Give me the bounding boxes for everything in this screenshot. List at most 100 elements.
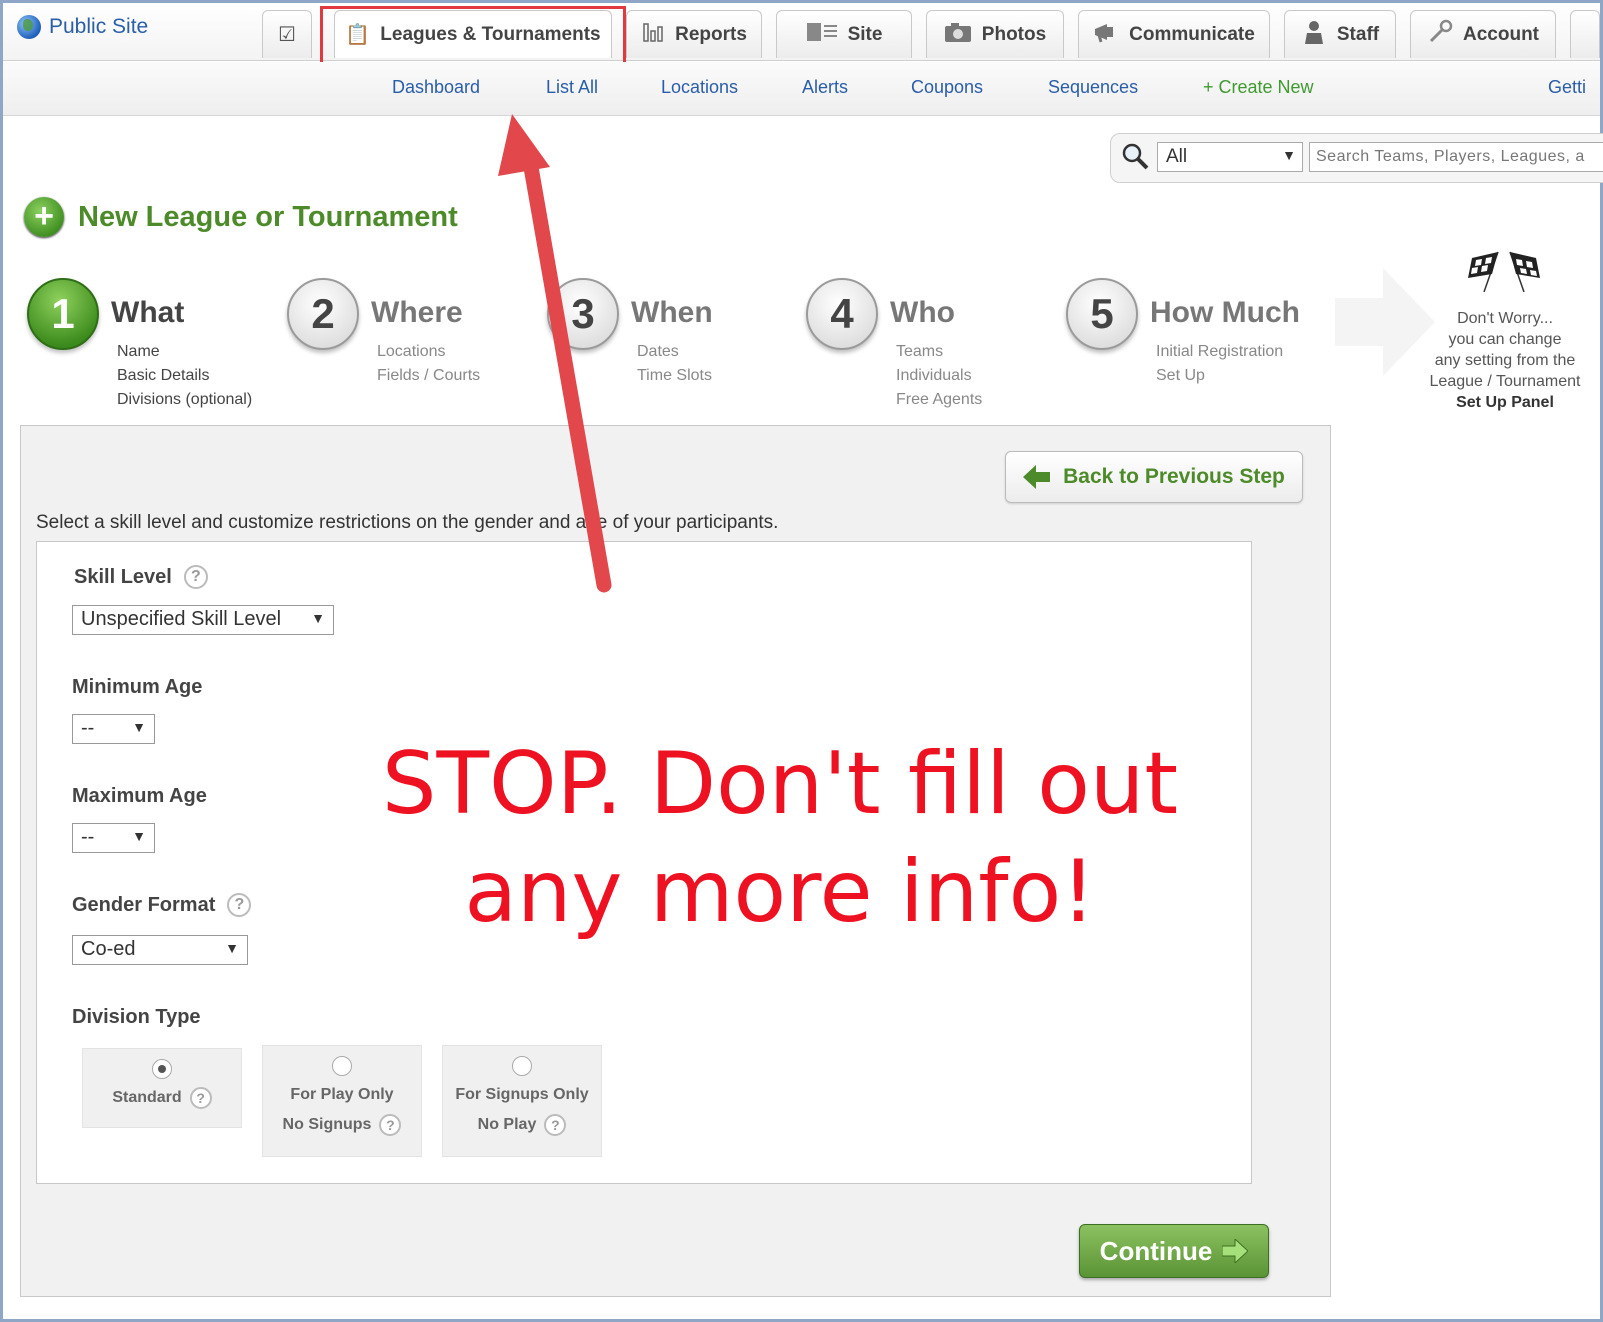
maximum-age-value: -- — [81, 826, 95, 848]
tab-account[interactable]: Account — [1410, 10, 1556, 58]
wrench-icon — [1427, 19, 1453, 51]
tab-communicate[interactable]: Communicate — [1078, 10, 1270, 58]
bar-chart-icon — [641, 20, 665, 50]
step-detail: Locations — [377, 343, 446, 360]
tab-label: Photos — [981, 23, 1047, 45]
help-icon[interactable]: ? — [189, 1087, 212, 1109]
step-detail: Teams — [896, 343, 944, 360]
division-type-label: Division Type — [72, 1006, 201, 1029]
note-line: Don't Worry... — [1457, 310, 1553, 327]
field-label: Maximum Age — [72, 785, 207, 807]
division-option-signups-only[interactable]: For Signups Only No Play ? — [442, 1045, 602, 1157]
step-detail: Divisions (optional) — [117, 391, 253, 408]
arrow-right-icon — [1222, 1239, 1249, 1263]
step-detail: Free Agents — [896, 391, 983, 408]
minimum-age-value: -- — [81, 717, 95, 739]
division-option-standard[interactable]: Standard ? — [82, 1048, 242, 1128]
tab-label: Communicate — [1129, 23, 1255, 45]
megaphone-icon — [1093, 21, 1119, 49]
globe-icon — [17, 15, 41, 39]
note-line: you can change — [1448, 331, 1562, 348]
skill-level-value: Unspecified Skill Level — [81, 608, 282, 630]
tab-overflow[interactable] — [1570, 10, 1600, 58]
step-detail: Name — [117, 343, 160, 360]
back-button-label: Back to Previous Step — [1063, 465, 1285, 488]
step-detail: Time Slots — [637, 367, 712, 384]
chevron-down-icon: ▼ — [311, 610, 325, 626]
help-icon[interactable]: ? — [183, 565, 208, 589]
option-label: For Play Only — [290, 1086, 394, 1103]
radio-button[interactable] — [332, 1056, 352, 1076]
continue-label: Continue — [1099, 1235, 1213, 1266]
continue-button[interactable]: Continue — [1079, 1224, 1269, 1278]
camera-icon — [944, 21, 972, 49]
minimum-age-select[interactable]: -- ▼ — [72, 714, 155, 744]
step-number: 3 — [547, 278, 619, 350]
tab-staff[interactable]: Staff — [1284, 10, 1396, 58]
public-site-link[interactable]: Public Site — [17, 15, 148, 39]
subnav-list-all[interactable]: List All — [546, 77, 598, 98]
sub-navigation: Dashboard List All Locations Alerts Coup… — [3, 62, 1600, 116]
tab-photos[interactable]: Photos — [926, 10, 1064, 58]
note-line: League / Tournament — [1429, 373, 1581, 390]
step-label: Who — [890, 296, 955, 329]
subnav-create-new[interactable]: + Create New — [1203, 77, 1314, 98]
skill-level-label: Skill Level ? — [74, 565, 208, 589]
subnav-coupons[interactable]: Coupons — [911, 77, 983, 98]
subnav-sequences[interactable]: Sequences — [1048, 77, 1138, 98]
tab-tasks[interactable]: ☑ — [262, 10, 312, 58]
step-details: Initial Registration Set Up — [1156, 340, 1283, 388]
tab-label: Reports — [675, 23, 747, 45]
step-number: 5 — [1066, 278, 1138, 350]
annotation-line: any more info! — [464, 842, 1096, 942]
checkbox-icon: ☑ — [278, 24, 296, 46]
tab-label: Site — [847, 23, 883, 45]
step-label: How Much — [1150, 296, 1300, 329]
subnav-locations[interactable]: Locations — [661, 77, 738, 98]
back-to-previous-step-button[interactable]: Back to Previous Step — [1005, 451, 1303, 503]
subnav-dashboard[interactable]: Dashboard — [392, 77, 480, 98]
page-title: + New League or Tournament — [24, 197, 458, 237]
chevron-down-icon: ▼ — [1282, 147, 1296, 163]
search-bar: All ▼ Search Teams, Players, Leagues, a — [1110, 133, 1603, 183]
chevron-down-icon: ▼ — [132, 719, 146, 735]
help-icon[interactable]: ? — [227, 893, 252, 917]
option-sublabel: No Signups — [282, 1116, 372, 1133]
field-label: Skill Level — [74, 565, 172, 588]
step-detail: Set Up — [1156, 367, 1205, 384]
gender-format-value: Co-ed — [81, 938, 136, 960]
annotation-line: STOP. Don't fill out — [381, 734, 1179, 834]
checkered-flags-icon — [1468, 251, 1540, 292]
step-label: When — [631, 296, 713, 329]
tab-site[interactable]: Site — [776, 10, 912, 58]
tab-reports[interactable]: Reports — [626, 10, 762, 58]
subnav-getting-started[interactable]: Getti — [1548, 77, 1586, 98]
chevron-down-icon: ▼ — [225, 940, 239, 956]
gender-format-select[interactable]: Co-ed ▼ — [72, 935, 248, 965]
tab-label: Account — [1463, 23, 1539, 45]
maximum-age-label: Maximum Age — [72, 785, 207, 808]
plus-icon: + — [24, 197, 64, 237]
radio-button[interactable] — [512, 1056, 532, 1076]
maximum-age-select[interactable]: -- ▼ — [72, 823, 155, 853]
public-site-label: Public Site — [49, 15, 149, 38]
field-label: Division Type — [72, 1006, 201, 1028]
arrow-left-icon — [1023, 465, 1051, 489]
search-scope-select[interactable]: All ▼ — [1157, 142, 1303, 172]
division-option-play-only[interactable]: For Play Only No Signups ? — [262, 1045, 422, 1157]
step-detail: Individuals — [896, 367, 972, 384]
step-number: 2 — [287, 278, 359, 350]
help-icon[interactable]: ? — [379, 1114, 402, 1136]
radio-button[interactable] — [152, 1059, 172, 1079]
help-icon[interactable]: ? — [544, 1114, 567, 1136]
stop-annotation: STOP. Don't fill out any more info! — [380, 730, 1180, 946]
note-bold-line: Set Up Panel — [1456, 394, 1554, 411]
step-detail: Initial Registration — [1156, 343, 1284, 360]
step-details: Name Basic Details Divisions (optional) — [117, 340, 252, 412]
search-icon[interactable] — [1121, 142, 1149, 170]
chevron-down-icon: ▼ — [132, 828, 146, 844]
search-input[interactable]: Search Teams, Players, Leagues, a — [1309, 142, 1603, 172]
subnav-alerts[interactable]: Alerts — [802, 77, 848, 98]
field-label: Minimum Age — [72, 676, 203, 698]
skill-level-select[interactable]: Unspecified Skill Level ▼ — [72, 605, 334, 635]
